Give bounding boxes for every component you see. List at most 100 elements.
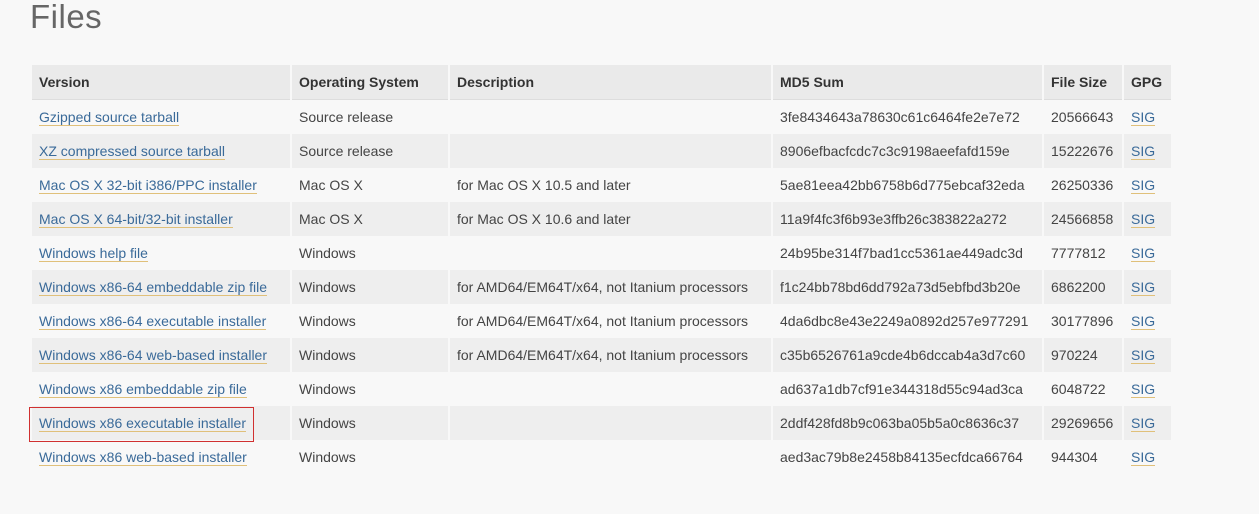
description-cell xyxy=(450,134,771,168)
description-cell xyxy=(450,406,771,440)
table-header-row: Version Operating System Description MD5… xyxy=(32,65,1171,100)
file-size-cell: 15222676 xyxy=(1044,134,1122,168)
description-cell: for AMD64/EM64T/x64, not Itanium process… xyxy=(450,270,771,304)
table-row: Windows help file Windows 24b95be314f7bad1… xyxy=(32,236,1171,270)
version-cell: Windows help file xyxy=(32,236,290,270)
download-link[interactable]: XZ compressed source tarball xyxy=(39,143,225,160)
operating-system-cell: Mac OS X xyxy=(292,168,448,202)
download-link[interactable]: Windows x86-64 embeddable zip file xyxy=(39,279,268,296)
table-row: Windows x86-64 embeddable zip file Window… xyxy=(32,270,1171,304)
gpg-signature-link[interactable]: SIG xyxy=(1131,245,1156,262)
gpg-signature-link[interactable]: SIG xyxy=(1131,381,1156,398)
operating-system-cell: Source release xyxy=(292,100,448,134)
download-link[interactable]: Mac OS X 32-bit i386/PPC installer xyxy=(39,177,257,194)
file-size-cell: 6048722 xyxy=(1044,372,1122,406)
md5-sum-cell: ad637a1db7cf91e344318d55c94ad3ca xyxy=(773,372,1042,406)
gpg-signature-link[interactable]: SIG xyxy=(1131,313,1156,330)
gpg-cell: SIG xyxy=(1124,440,1171,474)
description-cell xyxy=(450,372,771,406)
table-row: Gzipped source tarball Source release 3fe8… xyxy=(32,100,1171,134)
version-cell: Windows x86-64 executable installer xyxy=(32,304,290,338)
version-cell: Windows x86 embeddable zip file xyxy=(32,372,290,406)
md5-sum-cell: 4da6dbc8e43e2249a0892d257e977291 xyxy=(773,304,1042,338)
column-header-file-size: File Size xyxy=(1044,65,1122,100)
description-cell: for AMD64/EM64T/x64, not Itanium process… xyxy=(450,338,771,372)
download-link[interactable]: Windows x86 web-based installer xyxy=(39,449,247,466)
version-cell: Windows x86 web-based installer xyxy=(32,440,290,474)
description-cell: for Mac OS X 10.5 and later xyxy=(450,168,771,202)
md5-sum-cell: 11a9f4fc3f6b93e3ffb26c383822a272 xyxy=(773,202,1042,236)
download-link[interactable]: Windows x86 executable installer xyxy=(39,415,246,432)
description-cell xyxy=(450,440,771,474)
page-title: Files xyxy=(30,0,103,35)
column-header-gpg: GPG xyxy=(1124,65,1171,100)
file-size-cell: 970224 xyxy=(1044,338,1122,372)
download-link[interactable]: Windows x86-64 executable installer xyxy=(39,313,267,330)
file-size-cell: 24566858 xyxy=(1044,202,1122,236)
operating-system-cell: Windows xyxy=(292,372,448,406)
download-link[interactable]: Windows x86 embeddable zip file xyxy=(39,381,247,398)
operating-system-cell: Mac OS X xyxy=(292,202,448,236)
operating-system-cell: Windows xyxy=(292,440,448,474)
gpg-cell: SIG xyxy=(1124,134,1171,168)
operating-system-cell: Windows xyxy=(292,338,448,372)
version-cell: Mac OS X 32-bit i386/PPC installer xyxy=(32,168,290,202)
download-link[interactable]: Windows x86-64 web-based installer xyxy=(39,347,267,364)
gpg-signature-link[interactable]: SIG xyxy=(1131,109,1156,126)
version-cell: Windows x86-64 embeddable zip file xyxy=(32,270,290,304)
table-body: Gzipped source tarball Source release 3fe8… xyxy=(29,100,1171,474)
download-link[interactable]: Gzipped source tarball xyxy=(39,109,180,126)
operating-system-cell: Windows xyxy=(292,304,448,338)
description-cell xyxy=(450,236,771,270)
gpg-signature-link[interactable]: SIG xyxy=(1131,449,1156,466)
column-header-description: Description xyxy=(450,65,771,100)
gpg-signature-link[interactable]: SIG xyxy=(1131,347,1156,364)
table-row: Windows x86 executable installer Windows 2… xyxy=(29,406,1171,442)
table-row: Windows x86 embeddable zip file Windows ad… xyxy=(32,372,1171,406)
download-link[interactable]: Windows help file xyxy=(39,245,148,262)
md5-sum-cell: c35b6526761a9cde4b6dccab4a3d7c60 xyxy=(773,338,1042,372)
gpg-cell: SIG xyxy=(1124,338,1171,372)
md5-sum-cell: 24b95be314f7bad1cc5361ae449adc3d xyxy=(773,236,1042,270)
version-cell: Mac OS X 64-bit/32-bit installer xyxy=(32,202,290,236)
operating-system-cell: Windows xyxy=(292,270,448,304)
file-size-cell: 944304 xyxy=(1044,440,1122,474)
table-row: Mac OS X 64-bit/32-bit installer Mac OS X… xyxy=(32,202,1171,236)
file-size-cell: 20566643 xyxy=(1044,100,1122,134)
gpg-cell: SIG xyxy=(1124,406,1171,440)
gpg-signature-link[interactable]: SIG xyxy=(1131,177,1156,194)
table-row: Windows x86-64 executable installer Windo… xyxy=(32,304,1171,338)
file-size-cell: 30177896 xyxy=(1044,304,1122,338)
gpg-cell: SIG xyxy=(1124,100,1171,134)
version-cell: Windows x86 executable installer xyxy=(29,406,290,442)
column-header-version: Version xyxy=(32,65,290,100)
column-header-md5-sum: MD5 Sum xyxy=(773,65,1042,100)
gpg-cell: SIG xyxy=(1124,270,1171,304)
description-cell xyxy=(450,100,771,134)
gpg-signature-link[interactable]: SIG xyxy=(1131,211,1156,228)
operating-system-cell: Windows xyxy=(292,406,448,440)
md5-sum-cell: 3fe8434643a78630c61c6464fe2e7e72 xyxy=(773,100,1042,134)
version-cell: Windows x86-64 web-based installer xyxy=(32,338,290,372)
table-row: Windows x86-64 web-based installer Window… xyxy=(32,338,1171,372)
table-row: Windows x86 web-based installer Windows ae… xyxy=(32,440,1171,474)
gpg-signature-link[interactable]: SIG xyxy=(1131,279,1156,296)
download-link[interactable]: Mac OS X 64-bit/32-bit installer xyxy=(39,211,233,228)
file-size-cell: 29269656 xyxy=(1044,406,1122,440)
files-table: Version Operating System Description MD5… xyxy=(29,65,1173,474)
md5-sum-cell: aed3ac79b8e2458b84135ecfdca66764 xyxy=(773,440,1042,474)
table-row: Mac OS X 32-bit i386/PPC installer Mac OS… xyxy=(32,168,1171,202)
gpg-cell: SIG xyxy=(1124,236,1171,270)
table-row: XZ compressed source tarball Source relea… xyxy=(32,134,1171,168)
version-cell: Gzipped source tarball xyxy=(32,100,290,134)
version-cell: XZ compressed source tarball xyxy=(32,134,290,168)
md5-sum-cell: 8906efbacfcdc7c3c9198aeefafd159e xyxy=(773,134,1042,168)
gpg-cell: SIG xyxy=(1124,202,1171,236)
gpg-cell: SIG xyxy=(1124,372,1171,406)
file-size-cell: 7777812 xyxy=(1044,236,1122,270)
gpg-signature-link[interactable]: SIG xyxy=(1131,143,1156,160)
files-page: Files Version Operating System Descripti… xyxy=(0,0,1259,514)
gpg-signature-link[interactable]: SIG xyxy=(1131,415,1156,432)
md5-sum-cell: f1c24bb78bd6dd792a73d5ebfbd3b20e xyxy=(773,270,1042,304)
md5-sum-cell: 2ddf428fd8b9c063ba05b5a0c8636c37 xyxy=(773,406,1042,440)
